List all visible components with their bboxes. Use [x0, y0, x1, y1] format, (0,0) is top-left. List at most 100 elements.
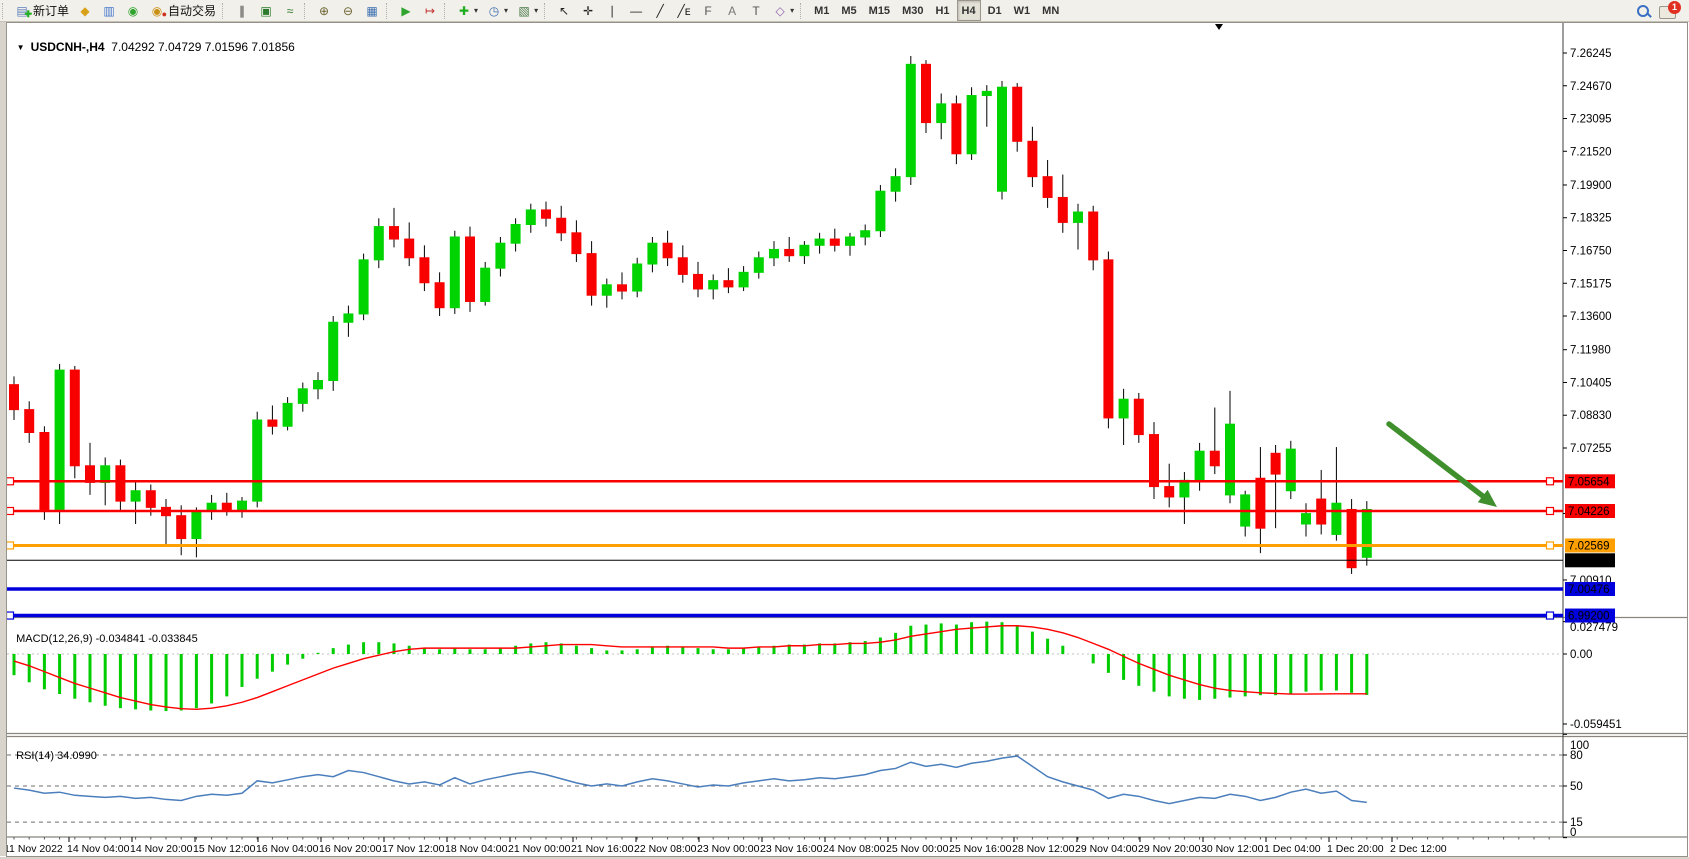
line-handle[interactable]	[1547, 507, 1554, 514]
chart-dropdown-icon[interactable]: ▼	[17, 43, 25, 52]
toolbar-group-grip	[386, 3, 391, 19]
rsi-line	[14, 756, 1367, 804]
time-axis-label: 29 Nov 20:00	[1138, 843, 1201, 855]
rsi-name: RSI(14)	[16, 750, 54, 762]
equidistant-channel-button[interactable]: ╱ᴇ	[673, 0, 695, 21]
bull-candle	[450, 237, 459, 308]
bear-candle	[268, 420, 277, 426]
rsi-indicator-label: RSI(14) 34.0990	[10, 738, 97, 762]
cursor-button[interactable]: ↖	[553, 0, 575, 21]
chart-shift-marker-icon[interactable]	[1215, 24, 1223, 30]
bull-candle	[861, 231, 870, 237]
periods-button[interactable]: ◷▾	[483, 0, 511, 21]
time-axis-label: 23 Nov 00:00	[697, 843, 760, 855]
rsi-value: 34.0990	[57, 750, 97, 762]
arrows-button[interactable]: ◇▾	[769, 0, 797, 21]
line-handle[interactable]	[7, 612, 14, 619]
timeframe-button-h1[interactable]: H1	[930, 0, 954, 21]
line-handle[interactable]	[1547, 612, 1554, 619]
notifications-button[interactable]: 1	[1656, 0, 1679, 21]
timeframe-button-m15[interactable]: M15	[864, 0, 895, 21]
chart-profiles-button[interactable]: ◆	[74, 0, 96, 21]
signals-button[interactable]: ◉	[122, 0, 144, 21]
bull-candle	[1074, 212, 1083, 222]
horizontal-line-button[interactable]: —	[625, 0, 647, 21]
chart-shift-button[interactable]: ↦	[419, 0, 441, 21]
trendline-button[interactable]: ╱	[649, 0, 671, 21]
price-axis-label: 7.19900	[1570, 180, 1612, 192]
bull-candle	[192, 512, 201, 539]
zoom-out-button[interactable]: ⊖	[337, 0, 359, 21]
zoom-in-button[interactable]: ⊕	[313, 0, 335, 21]
bear-candle	[1347, 509, 1356, 567]
timeframe-button-d1[interactable]: D1	[983, 0, 1007, 21]
candlestick-chart-icon: ▣	[258, 3, 274, 19]
bull-candle	[1195, 451, 1204, 480]
rsi-axis-label: 50	[1570, 781, 1583, 793]
vertical-line-button[interactable]: ∣	[601, 0, 623, 21]
bear-candle	[420, 258, 429, 283]
timeframe-button-w1[interactable]: W1	[1009, 0, 1036, 21]
bear-candle	[542, 210, 551, 218]
bull-candle	[982, 91, 991, 95]
price-badge-label: 6.99200	[1568, 611, 1610, 623]
bull-candle	[800, 245, 809, 255]
time-axis-label: 17 Nov 12:00	[382, 843, 445, 855]
line-handle[interactable]	[7, 507, 14, 514]
macd-indicator-label: MACD(12,26,9) -0.034841 -0.033845	[10, 621, 198, 645]
text-label-icon: T	[748, 3, 764, 19]
auto-scroll-button[interactable]: ▶	[395, 0, 417, 21]
bear-candle	[40, 432, 49, 509]
templates-icon: ▧	[516, 3, 532, 19]
text-label-button[interactable]: T	[745, 0, 767, 21]
rsi-axis-label: 80	[1570, 750, 1583, 762]
line-handle[interactable]	[7, 542, 14, 549]
search-button[interactable]	[1632, 0, 1654, 21]
timeframe-button-m5[interactable]: M5	[836, 0, 861, 21]
templates-button[interactable]: ▧▾	[513, 0, 541, 21]
trend-arrow-annotation[interactable]	[1389, 424, 1484, 497]
bear-candle	[922, 64, 931, 122]
bull-candle	[770, 249, 779, 257]
text-button[interactable]: A	[721, 0, 743, 21]
market-depth-button[interactable]: ▥	[98, 0, 120, 21]
price-badge-label: 7.00476	[1568, 584, 1610, 596]
line-handle[interactable]	[7, 478, 14, 485]
time-axis-label: 21 Nov 00:00	[508, 843, 571, 855]
bar-chart-button[interactable]: ∥	[231, 0, 253, 21]
bull-candle	[633, 264, 642, 291]
line-handle[interactable]	[1547, 478, 1554, 485]
dropdown-caret-icon: ▾	[474, 6, 478, 15]
bear-candle	[1256, 478, 1265, 528]
price-axis-label: 7.24670	[1570, 81, 1612, 93]
indicators-button[interactable]: ✚▾	[453, 0, 481, 21]
new-order-button[interactable]: ▤✚新订单	[11, 0, 72, 21]
bull-candle	[998, 87, 1007, 191]
timeframe-button-mn[interactable]: MN	[1037, 0, 1064, 21]
bull-candle	[739, 272, 748, 287]
price-chart-canvas[interactable]: 7.262457.246707.230957.215207.199007.183…	[0, 0, 1689, 859]
bull-candle	[967, 96, 976, 154]
tile-windows-button[interactable]: ▦	[361, 0, 383, 21]
bull-candle	[1332, 503, 1341, 534]
bear-candle	[146, 491, 155, 508]
timeframe-button-m1[interactable]: M1	[809, 0, 834, 21]
timeframe-button-m30[interactable]: M30	[897, 0, 928, 21]
bull-candle	[329, 322, 338, 380]
chart-profiles-icon: ◆	[77, 3, 93, 19]
bear-candle	[222, 503, 231, 509]
price-axis-label: 7.16750	[1570, 245, 1612, 257]
candlestick-chart-button[interactable]: ▣	[255, 0, 277, 21]
bear-candle	[466, 237, 475, 301]
autotrading-button[interactable]: ◉●自动交易	[146, 0, 219, 21]
crosshair-button[interactable]: ✛	[577, 0, 599, 21]
toolbar-right: 1	[1631, 0, 1683, 21]
macd-signal-value: -0.033845	[148, 633, 198, 645]
line-handle[interactable]	[1547, 542, 1554, 549]
timeframe-button-h4[interactable]: H4	[957, 0, 981, 21]
fibonacci-button[interactable]: F	[697, 0, 719, 21]
bull-candle	[1286, 449, 1295, 491]
line-chart-button[interactable]: ≈	[279, 0, 301, 21]
bull-candle	[1180, 480, 1189, 497]
bear-candle	[694, 274, 703, 289]
